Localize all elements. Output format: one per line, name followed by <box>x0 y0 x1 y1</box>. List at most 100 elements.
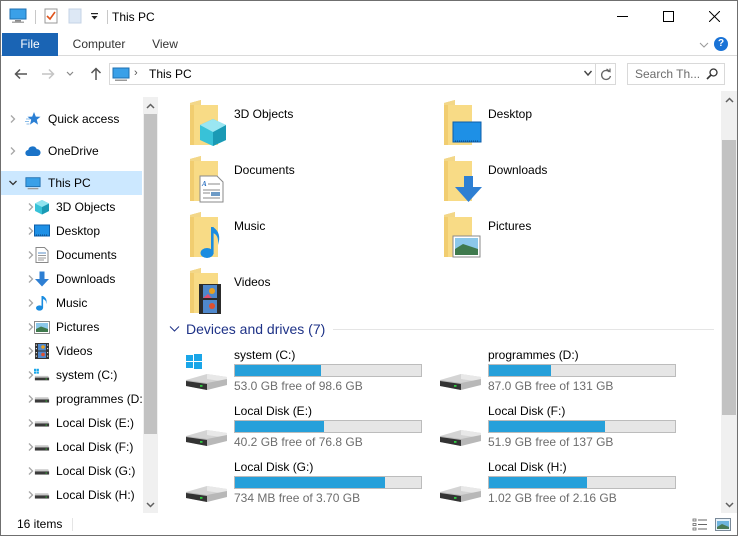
address-bar[interactable]: › This PC <box>109 63 616 85</box>
tab-view[interactable]: View <box>143 33 187 56</box>
forward-button[interactable] <box>38 65 58 83</box>
drive-item[interactable]: programmes (D:) 87.0 GB free of 131 GB <box>415 346 676 400</box>
chevron-down-icon <box>699 42 709 48</box>
content-scrollbar[interactable] <box>721 91 737 513</box>
folder-download-icon <box>441 155 482 203</box>
nav-item[interactable]: Documents <box>1 243 142 267</box>
minimize-button[interactable] <box>599 1 645 32</box>
new-folder-icon[interactable] <box>68 8 82 27</box>
breadcrumb-this-pc[interactable]: This PC <box>149 67 192 81</box>
film-icon <box>34 343 50 359</box>
scroll-up-button[interactable] <box>721 91 737 108</box>
content-pane: Devices and drives (7) 3D Objects Desktop… <box>161 91 721 513</box>
recent-locations-button[interactable] <box>64 65 76 83</box>
desktop-icon <box>34 223 50 239</box>
scroll-down-button[interactable] <box>721 496 737 513</box>
folder-item[interactable]: Pictures <box>415 207 665 263</box>
cloud-icon <box>25 143 41 159</box>
tab-file[interactable]: File <box>2 33 58 56</box>
folder-item[interactable]: Music <box>161 207 411 263</box>
nav-item[interactable]: Quick access <box>1 107 142 131</box>
drive-item[interactable]: Local Disk (F:) 51.9 GB free of 137 GB <box>415 402 676 456</box>
tab-computer[interactable]: Computer <box>65 33 133 56</box>
help-button[interactable]: ? <box>714 37 728 51</box>
nav-item[interactable]: Local Disk (H:) <box>1 483 142 507</box>
nav-item[interactable]: system (C:) <box>1 363 142 387</box>
drive-usage-fill <box>235 365 321 376</box>
nav-item[interactable]: OneDrive <box>1 139 142 163</box>
svg-text:A: A <box>201 180 207 188</box>
search-box[interactable]: Search Th... <box>627 63 725 85</box>
scrollbar-thumb[interactable] <box>722 140 736 415</box>
drive-free-space: 40.2 GB free of 76.8 GB <box>234 435 363 449</box>
computer-icon[interactable] <box>9 8 27 27</box>
folder-name: 3D Objects <box>234 107 294 121</box>
maximize-button[interactable] <box>645 1 691 32</box>
folder-name: Pictures <box>488 219 532 233</box>
drive-usage-bar <box>488 476 676 489</box>
search-icon[interactable] <box>706 68 718 83</box>
navigation-pane: Quick access OneDrive This PC 3D Objects Des… <box>1 97 158 513</box>
drive-free-space: 734 MB free of 3.70 GB <box>234 491 361 505</box>
arrow-up-icon <box>90 67 102 80</box>
drive-icon <box>437 408 483 450</box>
details-view-button[interactable] <box>691 516 709 532</box>
nav-item[interactable]: programmes (D: <box>1 387 142 411</box>
drive-name: programmes (D:) <box>488 348 579 362</box>
drive-icon <box>437 352 483 394</box>
nav-item[interactable]: Downloads <box>1 267 142 291</box>
back-button[interactable] <box>11 65 31 83</box>
nav-item[interactable]: Pictures <box>1 315 142 339</box>
nav-item[interactable]: Desktop <box>1 219 142 243</box>
drive-item[interactable]: Local Disk (H:) 1.02 GB free of 2.16 GB <box>415 458 676 512</box>
nav-item[interactable]: Music <box>1 291 142 315</box>
properties-icon[interactable] <box>44 8 58 27</box>
drive-name: Local Disk (F:) <box>488 404 566 418</box>
drive-usage-fill <box>489 477 588 488</box>
chevron-down-icon <box>66 71 74 76</box>
chevron-down-icon[interactable] <box>7 177 19 189</box>
devices-and-drives-group-header[interactable]: Devices and drives (7) <box>169 320 714 338</box>
folder-item[interactable]: Videos <box>161 263 411 319</box>
nav-item[interactable]: Local Disk (E:) <box>1 411 142 435</box>
folder-item[interactable]: A Documents <box>161 151 411 207</box>
scroll-up-button[interactable] <box>143 97 158 114</box>
nav-item-label: Desktop <box>56 224 101 238</box>
nav-item[interactable]: This PC <box>1 171 142 195</box>
customize-toolbar-dropdown-icon[interactable] <box>90 10 99 24</box>
drive-item[interactable]: Local Disk (G:) 734 MB free of 3.70 GB <box>161 458 422 512</box>
large-icons-view-button[interactable] <box>714 516 732 532</box>
drive-icon <box>34 439 50 455</box>
drive-icon <box>183 464 229 506</box>
chevron-right-icon[interactable] <box>7 145 19 157</box>
refresh-button[interactable] <box>595 64 615 84</box>
nav-item[interactable]: Local Disk (F:) <box>1 435 142 459</box>
scrollbar-thumb[interactable] <box>144 114 157 434</box>
folder-item[interactable]: Downloads <box>415 151 665 207</box>
folder-name: Desktop <box>488 107 533 121</box>
close-button[interactable] <box>691 1 737 32</box>
computer-icon <box>25 175 41 191</box>
folder-item[interactable]: Desktop <box>415 95 665 151</box>
nav-item[interactable]: 3D Objects <box>1 195 142 219</box>
nav-item[interactable]: Videos <box>1 339 142 363</box>
folder-name: Documents <box>234 163 295 177</box>
folder-name: Videos <box>234 275 271 289</box>
breadcrumb-separator-icon[interactable]: › <box>134 67 138 79</box>
up-button[interactable] <box>86 65 106 83</box>
drive-icon <box>437 464 483 506</box>
drive-name: Local Disk (H:) <box>488 460 567 474</box>
folder-name: Music <box>234 219 266 233</box>
expand-ribbon-button[interactable] <box>699 38 709 52</box>
drive-item[interactable]: Local Disk (E:) 40.2 GB free of 76.8 GB <box>161 402 422 456</box>
chevron-right-icon[interactable] <box>7 113 19 125</box>
nav-item[interactable]: Local Disk (G:) <box>1 459 142 483</box>
navigation-pane-scrollbar[interactable] <box>143 97 158 513</box>
nav-item-label: Local Disk (H:) <box>56 488 135 502</box>
scroll-down-button[interactable] <box>143 496 158 513</box>
maximize-icon <box>662 11 674 22</box>
status-divider <box>72 518 73 531</box>
address-history-dropdown[interactable] <box>583 67 593 81</box>
drive-item[interactable]: system (C:) 53.0 GB free of 98.6 GB <box>161 346 422 400</box>
folder-item[interactable]: 3D Objects <box>161 95 411 151</box>
